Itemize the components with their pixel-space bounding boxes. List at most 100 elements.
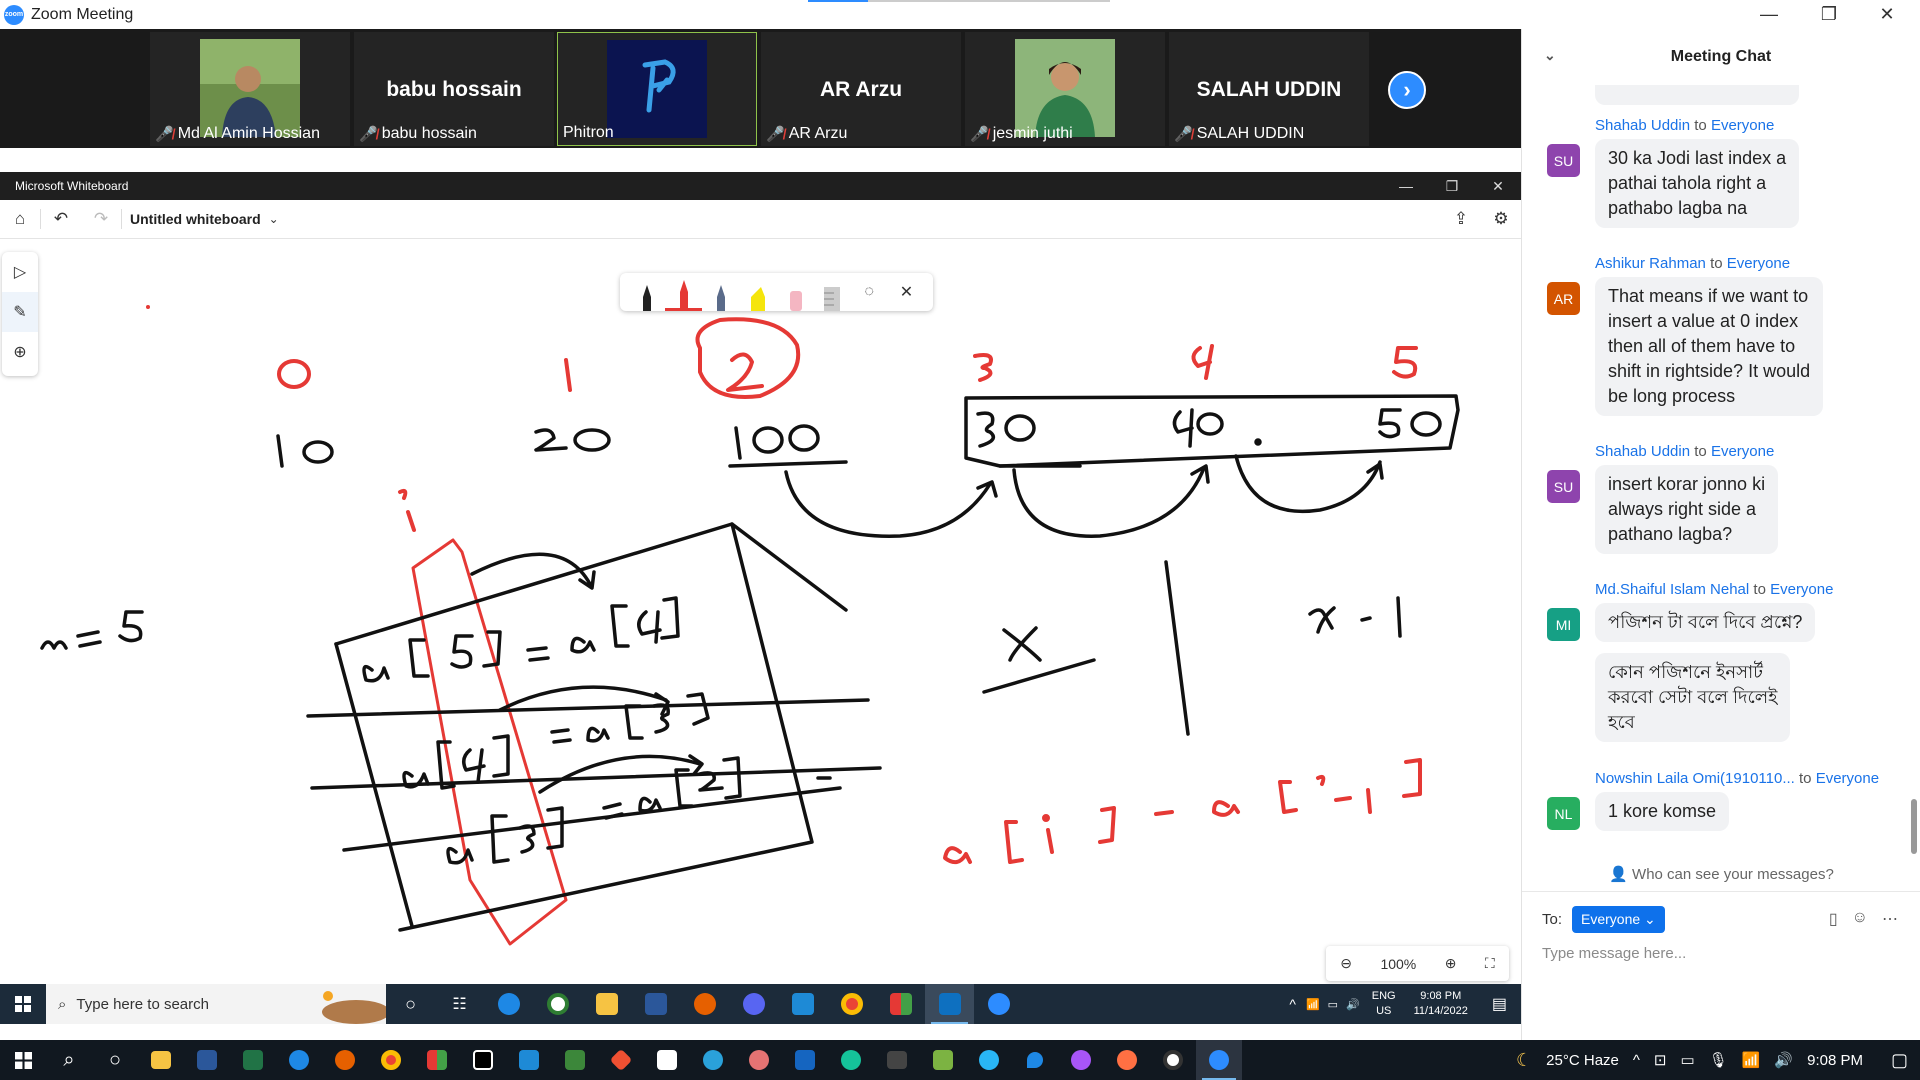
codeblocks-icon[interactable] [876, 984, 925, 1024]
home-icon[interactable]: ⌂ [0, 200, 40, 239]
share-icon[interactable]: ⇪ [1441, 200, 1481, 239]
emoji-icon[interactable]: ☺ [1852, 909, 1868, 929]
cortana-icon[interactable]: ○ [92, 1040, 138, 1080]
chat-scrollbar[interactable] [1911, 799, 1917, 854]
notion-icon[interactable] [644, 1040, 690, 1080]
app-icon-brain[interactable] [736, 1040, 782, 1080]
lasso-icon[interactable]: ◌ [851, 273, 888, 311]
message-input[interactable]: Type message here... [1542, 945, 1686, 962]
close-button[interactable]: ✕ [1858, 0, 1916, 29]
highlighter-icon[interactable] [739, 273, 776, 311]
wb-minimize-button[interactable]: — [1383, 172, 1429, 200]
app-icon-checkmark[interactable] [920, 1040, 966, 1080]
widgets-icon[interactable]: ☷ [435, 984, 484, 1024]
zoom-app-icon[interactable] [1196, 1040, 1242, 1080]
nodejs-icon[interactable] [552, 1040, 598, 1080]
app-icon-white-circle[interactable] [1150, 1040, 1196, 1080]
chevron-down-icon[interactable]: ⌄ [1544, 47, 1556, 64]
next-page-arrow-icon[interactable]: › [1388, 71, 1426, 109]
notification-icon[interactable]: ▢ [1891, 1050, 1908, 1071]
taskbar-search-box[interactable]: ⌕ Type here to search [46, 984, 386, 1024]
wb-close-button[interactable]: ✕ [1475, 172, 1521, 200]
who-can-see-link[interactable]: 👤 Who can see your messages? [1522, 865, 1920, 883]
microphone-icon[interactable]: 🎙 [1709, 1051, 1728, 1069]
file-icon[interactable]: ▯ [1829, 909, 1838, 929]
word-icon[interactable] [631, 984, 680, 1024]
battery-icon[interactable]: ▭ [1324, 998, 1342, 1011]
whiteboard-canvas[interactable] [0, 240, 1521, 984]
terminal-icon[interactable] [874, 1040, 920, 1080]
network-icon[interactable]: 📶 [1742, 1051, 1761, 1069]
task-view-icon[interactable]: ○ [386, 984, 435, 1024]
participant-tile[interactable]: 🎤̸ Md Al Amin Hossian [150, 32, 350, 146]
settings-gear-icon[interactable]: ⚙ [1481, 200, 1521, 239]
telegram-icon[interactable] [690, 1040, 736, 1080]
app-icon-blue-circle[interactable] [966, 1040, 1012, 1080]
red-pen-icon[interactable] [665, 273, 703, 311]
minimize-button[interactable]: — [1740, 0, 1798, 29]
volume-icon[interactable]: 🔊 [1774, 1051, 1793, 1069]
sender-name[interactable]: Shahab Uddin [1595, 117, 1690, 134]
participant-tile[interactable]: babu hossain 🎤̸ babu hossain [354, 32, 554, 146]
calendar-icon[interactable] [782, 1040, 828, 1080]
sender-name[interactable]: Nowshin Laila Omi(1910110... [1595, 770, 1795, 787]
sender-name[interactable]: Md.Shaiful Islam Nehal [1595, 581, 1749, 598]
windows-start-icon[interactable] [0, 984, 46, 1024]
inner-clock[interactable]: 9:08 PM 11/14/2022 [1404, 989, 1478, 1019]
chevron-down-icon[interactable]: ⌄ [269, 212, 279, 226]
edge-icon[interactable] [484, 984, 533, 1024]
blue-pen-icon[interactable] [702, 273, 739, 311]
search-icon[interactable]: ⌕ [46, 1040, 92, 1080]
edge-icon[interactable] [276, 1040, 322, 1080]
restore-button[interactable]: ❐ [1800, 0, 1858, 29]
weather-text[interactable]: 25°C Haze [1546, 1052, 1619, 1069]
sender-name[interactable]: Shahab Uddin [1595, 443, 1690, 460]
chrome-icon[interactable] [827, 984, 876, 1024]
black-pen-icon[interactable] [628, 273, 665, 311]
meet-now-icon[interactable]: ⊡ [1654, 1051, 1667, 1069]
language-indicator[interactable]: ENG US [1364, 989, 1404, 1019]
app-icon-orange[interactable] [1104, 1040, 1150, 1080]
participant-tile-active-speaker[interactable]: Phitron [557, 32, 757, 146]
close-tray-icon[interactable]: ✕ [888, 273, 925, 311]
messenger-icon[interactable] [1058, 1040, 1104, 1080]
fit-to-screen-icon[interactable]: ⛶ [1485, 955, 1495, 972]
sender-name[interactable]: Ashikur Rahman [1595, 255, 1706, 272]
tray-chevron-up-icon[interactable]: ^ [1283, 996, 1302, 1012]
codeblocks-icon[interactable] [414, 1040, 460, 1080]
tray-chevron-up-icon[interactable]: ^ [1633, 1052, 1640, 1069]
weather-moon-icon[interactable]: ☾ [1516, 1050, 1532, 1071]
add-content-icon[interactable]: ⊕ [2, 332, 38, 372]
app-icon-green[interactable] [533, 984, 582, 1024]
outer-clock[interactable]: 9:08 PM [1807, 1052, 1863, 1069]
board-title-dropdown[interactable]: Untitled whiteboard [130, 211, 261, 227]
redo-icon[interactable]: ↷ [81, 200, 121, 239]
maps-icon[interactable] [1012, 1040, 1058, 1080]
battery-icon[interactable]: ▭ [1681, 1051, 1695, 1069]
discord-icon[interactable] [729, 984, 778, 1024]
zoom-in-icon[interactable]: ⊕ [1445, 955, 1457, 972]
pycharm-icon[interactable] [460, 1040, 506, 1080]
participant-tile[interactable]: 🎤̸ jesmin juthi [965, 32, 1165, 146]
zoom-app-icon[interactable] [974, 984, 1023, 1024]
eraser-icon[interactable] [777, 273, 814, 311]
firefox-icon[interactable] [322, 1040, 368, 1080]
git-icon[interactable] [598, 1040, 644, 1080]
file-explorer-icon[interactable] [138, 1040, 184, 1080]
select-pointer-icon[interactable]: ▷ [2, 252, 38, 292]
excel-icon[interactable] [230, 1040, 276, 1080]
notification-icon[interactable]: ▤ [1478, 994, 1521, 1014]
windows-start-icon[interactable] [0, 1040, 46, 1080]
participant-tile[interactable]: SALAH UDDIN 🎤̸ SALAH UDDIN [1169, 32, 1369, 146]
whiteboard-app-icon[interactable] [925, 984, 974, 1024]
chrome-icon[interactable] [368, 1040, 414, 1080]
network-icon[interactable]: 📶 [1302, 998, 1324, 1011]
vscode-icon[interactable] [778, 984, 827, 1024]
undo-icon[interactable]: ↶ [41, 200, 81, 239]
zoom-out-icon[interactable]: ⊖ [1340, 955, 1352, 972]
pen-tool-icon[interactable]: ✎ [2, 292, 38, 332]
more-options-icon[interactable]: ⋯ [1882, 909, 1898, 929]
wb-restore-button[interactable]: ❐ [1429, 172, 1475, 200]
grammarly-icon[interactable] [828, 1040, 874, 1080]
file-explorer-icon[interactable] [582, 984, 631, 1024]
